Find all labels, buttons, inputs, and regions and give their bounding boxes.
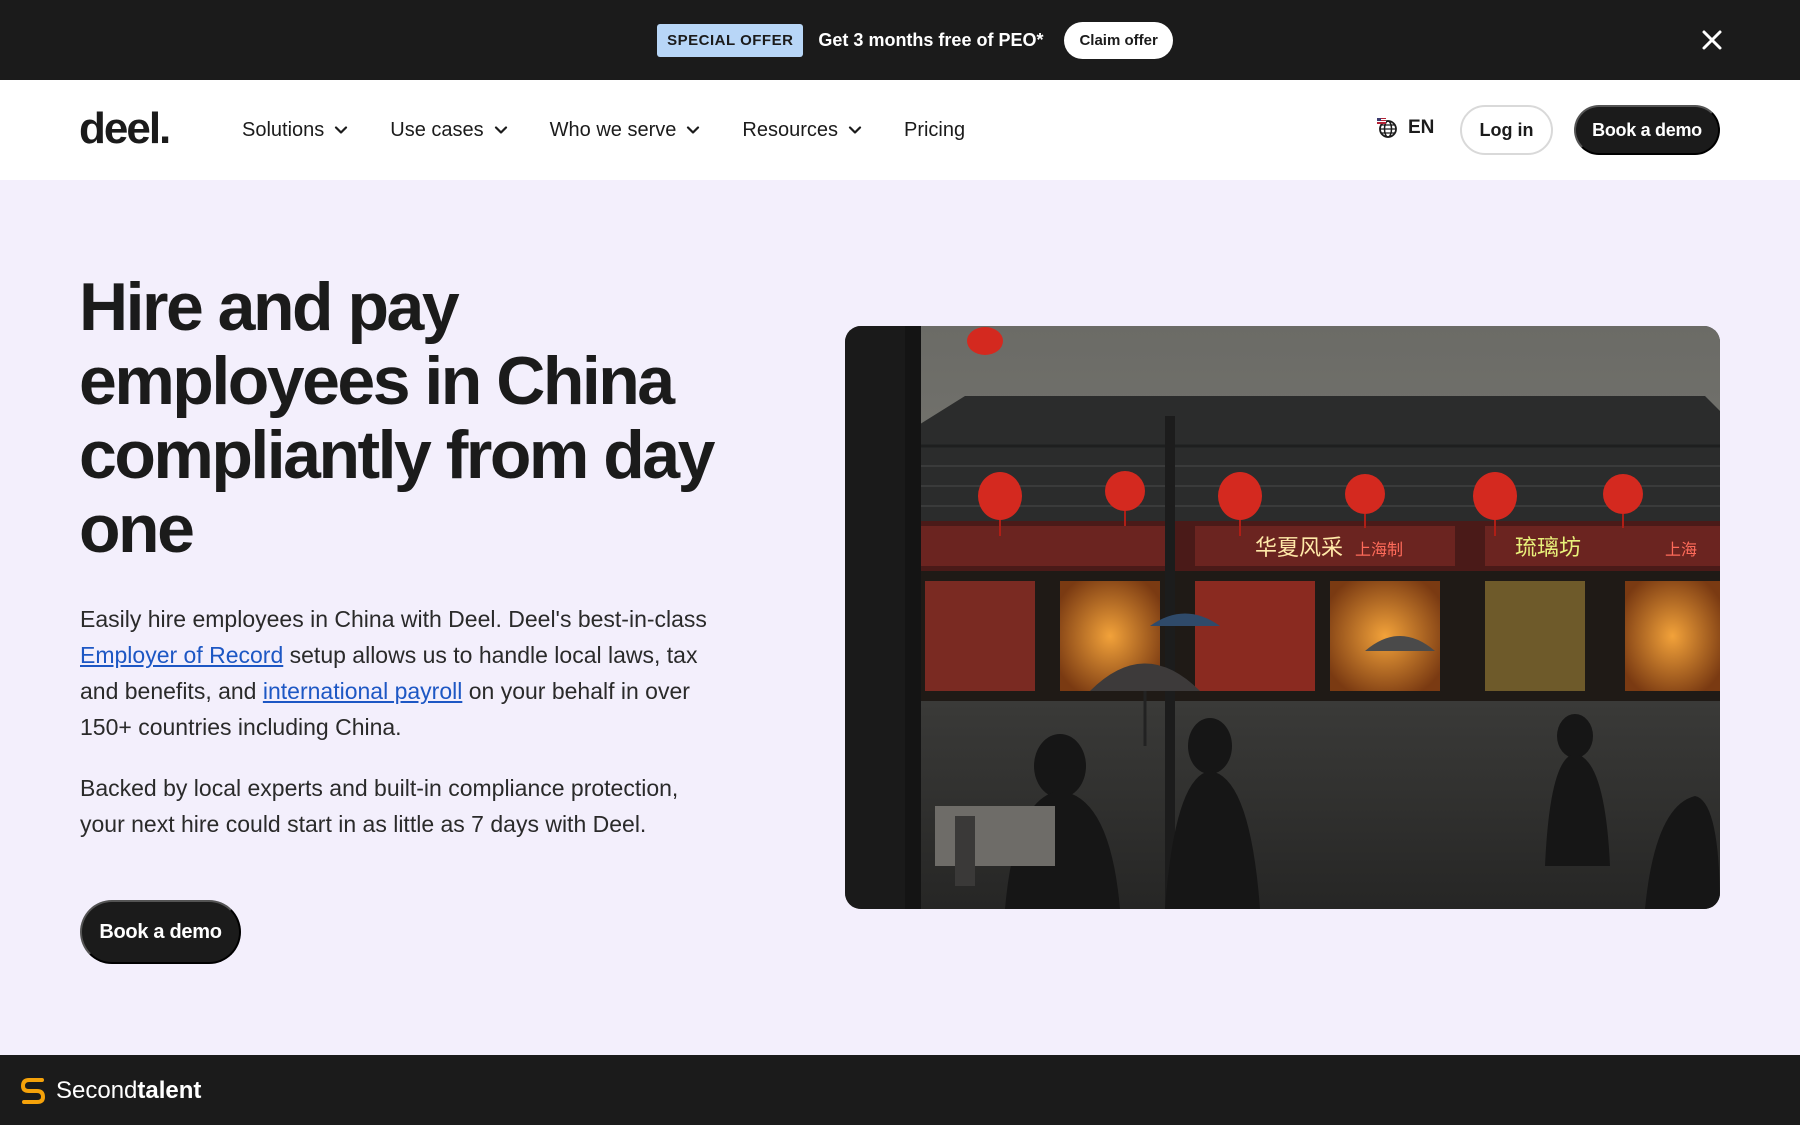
shop-sign-text: 琉璃坊 — [1515, 536, 1581, 561]
employer-of-record-link[interactable]: Employer of Record — [80, 642, 283, 668]
nav-item-resources[interactable]: Resources — [742, 119, 862, 142]
shop-sign-text: 上海制 — [1355, 540, 1403, 559]
footer-bar: Secondtalent — [0, 1055, 1800, 1125]
hero-text-part: Easily hire employees in China with Deel… — [80, 606, 707, 632]
nav-item-label: Resources — [742, 118, 838, 141]
nav-item-solutions[interactable]: Solutions — [242, 119, 348, 142]
promo-text: Get 3 months free of PEO* — [818, 29, 1044, 50]
chevron-down-icon — [687, 126, 700, 134]
nav-menu: Solutions Use cases Who we serve Resourc… — [242, 80, 965, 180]
special-offer-badge: SPECIAL OFFER — [657, 23, 804, 57]
shop-sign-text: 华夏风采 — [1255, 536, 1343, 561]
claim-offer-button[interactable]: Claim offer — [1064, 21, 1173, 59]
china-street-photo: 华夏风采 上海制 琉璃坊 上海 — [845, 326, 1720, 909]
globe-icon — [1377, 118, 1397, 138]
close-icon[interactable] — [1696, 24, 1728, 56]
international-payroll-link[interactable]: international payroll — [263, 678, 462, 704]
login-button[interactable]: Log in — [1460, 105, 1553, 155]
nav-item-who-we-serve[interactable]: Who we serve — [550, 119, 701, 142]
book-demo-hero-button[interactable]: Book a demo — [80, 900, 241, 964]
nav-item-label: Pricing — [903, 118, 966, 141]
nav-item-label: Use cases — [390, 118, 484, 141]
language-selector[interactable]: EN — [1376, 116, 1434, 140]
nav-item-label: Who we serve — [549, 118, 677, 141]
nav-item-use-cases[interactable]: Use cases — [390, 119, 507, 142]
deel-logo[interactable]: deel. — [79, 104, 171, 154]
secondtalent-s-icon — [20, 1078, 46, 1104]
shop-sign-text: 上海 — [1665, 540, 1697, 559]
language-label: EN — [1408, 117, 1435, 138]
brand-bold: talent — [137, 1077, 202, 1104]
hero-description: Easily hire employees in China with Deel… — [80, 601, 740, 745]
chevron-down-icon — [494, 126, 507, 134]
promo-banner: SPECIAL OFFER Get 3 months free of PEO* … — [0, 0, 1800, 80]
nav-item-pricing[interactable]: Pricing — [904, 119, 965, 142]
hero-title: Hire and pay employees in China complian… — [79, 269, 715, 567]
brand-light: Second — [56, 1077, 138, 1104]
nav-item-label: Solutions — [242, 118, 325, 141]
secondtalent-logo[interactable]: Secondtalent — [18, 1075, 201, 1107]
main-nav: deel. Solutions Use cases Who we serve R… — [0, 80, 1800, 180]
hero-image: 华夏风采 上海制 琉璃坊 上海 — [845, 326, 1720, 909]
chevron-down-icon — [335, 126, 348, 134]
chevron-down-icon — [848, 126, 862, 134]
book-demo-nav-button[interactable]: Book a demo — [1574, 105, 1720, 155]
hero-subtext: Backed by local experts and built-in com… — [80, 775, 679, 837]
